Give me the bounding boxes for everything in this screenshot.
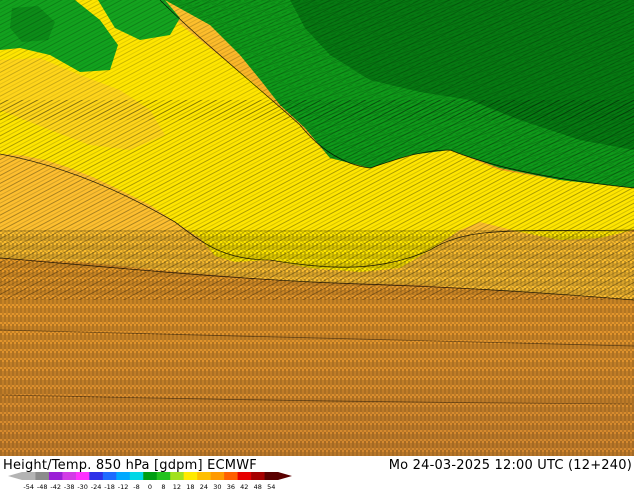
colorbar-swatch bbox=[35, 472, 50, 480]
colorbar-swatch bbox=[264, 472, 279, 480]
colorbar-arrow-left bbox=[8, 472, 22, 480]
colorbar-swatch bbox=[116, 472, 131, 480]
map-panel bbox=[0, 0, 634, 456]
colorbar-arrow-right bbox=[278, 472, 292, 480]
colorbar-swatch bbox=[170, 472, 184, 480]
colorbar-swatch bbox=[102, 472, 117, 480]
map-footer: Height/Temp. 850 hPa [gdpm] ECMWF Mo 24-… bbox=[0, 456, 634, 491]
colorbar-swatch bbox=[156, 472, 171, 480]
colorbar-swatch bbox=[89, 472, 104, 480]
colorbar-swatch bbox=[129, 472, 144, 480]
colorbar-swatch bbox=[22, 472, 36, 480]
colorbar-swatch bbox=[224, 472, 238, 480]
colorbar-swatch bbox=[183, 472, 198, 480]
forecast-datetime: Mo 24-03-2025 12:00 UTC (12+240) bbox=[388, 458, 632, 473]
colorbar-swatch bbox=[197, 472, 211, 480]
temperature-map bbox=[0, 0, 634, 456]
colorbar-swatch bbox=[75, 472, 90, 480]
colorbar-swatch bbox=[62, 472, 77, 480]
colorbar-swatch bbox=[48, 472, 63, 480]
colorbar-swatch bbox=[143, 472, 158, 480]
colorbar bbox=[8, 472, 292, 480]
colorbar-swatch bbox=[210, 472, 225, 480]
colorbar-swatch bbox=[237, 472, 252, 480]
colorbar-swatch bbox=[251, 472, 265, 480]
